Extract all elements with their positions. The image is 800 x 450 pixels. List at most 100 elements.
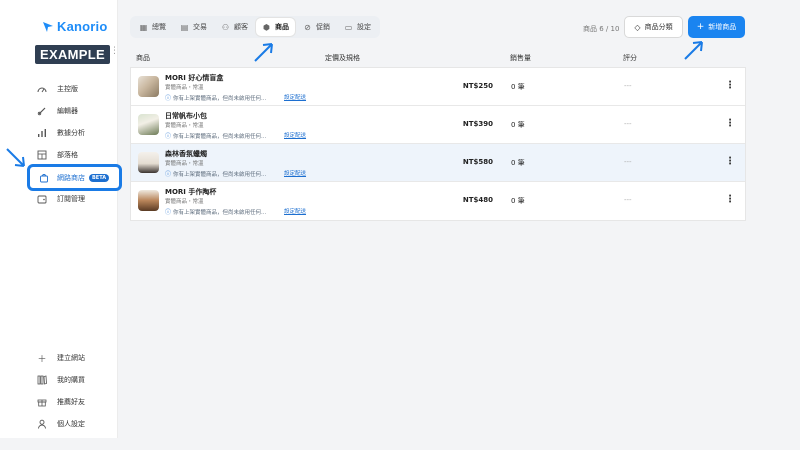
product-count: 商品 6 / 10 bbox=[583, 25, 620, 33]
product-price: NT$480 bbox=[462, 196, 493, 204]
tab-overview[interactable]: ▦ 總覽 bbox=[133, 18, 172, 36]
more-options-icon[interactable]: ⋮ bbox=[725, 194, 735, 205]
promo-icon: ⊘ bbox=[304, 22, 311, 32]
product-sales: 0 筆 bbox=[511, 83, 525, 91]
sidebar-item-label: 數據分析 bbox=[57, 129, 85, 137]
sidebar-item-create-site[interactable]: ＋ 建立網站 bbox=[36, 348, 116, 368]
product-name: 森林香氛蠟燭 bbox=[165, 150, 207, 158]
tag-icon: ◇ bbox=[634, 22, 641, 32]
sidebar-item-label: 主控版 bbox=[57, 85, 78, 93]
setup-shipping-link[interactable]: 設定配送 bbox=[284, 93, 306, 101]
product-category-button[interactable]: ◇ 商品分類 bbox=[624, 16, 683, 38]
product-type: 實體商品・常溫 bbox=[165, 123, 204, 129]
setup-shipping-link[interactable]: 設定配送 bbox=[284, 207, 306, 215]
more-options-icon[interactable]: ⋮ bbox=[725, 80, 735, 91]
sidebar-item-shop[interactable]: 網路商店 BETA bbox=[27, 164, 122, 191]
workspace-switch-icon[interactable]: ⋮ bbox=[110, 47, 119, 56]
product-rating: --- bbox=[624, 82, 632, 90]
setup-shipping-link[interactable]: 設定配送 bbox=[284, 169, 306, 177]
overview-icon: ▦ bbox=[139, 22, 148, 32]
more-options-icon[interactable]: ⋮ bbox=[725, 156, 735, 167]
tab-label: 總覽 bbox=[152, 23, 166, 31]
shipping-warning: ⓘ 你有上架實體商品，但尚未啟用任何... bbox=[165, 93, 266, 102]
product-type: 實體商品・常溫 bbox=[165, 199, 204, 205]
brand-name: Kanorio bbox=[57, 19, 108, 34]
sidebar-item-referral[interactable]: 推薦好友 bbox=[36, 392, 116, 412]
tab-customers[interactable]: ⚇ 顧客 bbox=[215, 18, 254, 36]
table-row[interactable]: 日常帆布小包 實體商品・常溫 ⓘ 你有上架實體商品，但尚未啟用任何... 設定配送… bbox=[131, 106, 745, 144]
sidebar-item-profile[interactable]: 個人設定 bbox=[36, 414, 116, 434]
plus-icon: ＋ bbox=[37, 354, 47, 365]
table-row[interactable]: MORI 好心情盲盒 實體商品・常溫 ⓘ 你有上架實體商品，但尚未啟用任何... … bbox=[131, 68, 745, 106]
tab-label: 交易 bbox=[193, 23, 207, 31]
sidebar-item-dashboard[interactable]: 主控版 bbox=[36, 79, 116, 99]
product-type: 實體商品・常溫 bbox=[165, 161, 204, 167]
annotation-arrow-add bbox=[684, 41, 703, 60]
tab-products[interactable]: ⬢ 商品 bbox=[256, 18, 295, 36]
product-name: 日常帆布小包 bbox=[165, 112, 207, 120]
button-label: 商品分類 bbox=[644, 23, 673, 31]
brand-logo[interactable]: Kanorio bbox=[42, 19, 108, 34]
gift-icon bbox=[36, 396, 48, 408]
info-icon: ⓘ bbox=[165, 133, 172, 140]
receipt-icon: ▤ bbox=[180, 22, 189, 32]
blog-icon bbox=[36, 149, 48, 161]
warning-text: 你有上架實體商品，但尚未啟用任何... bbox=[173, 95, 267, 102]
tab-settings[interactable]: ▭ 設定 bbox=[338, 18, 377, 36]
beta-badge: BETA bbox=[89, 173, 110, 182]
product-thumbnail bbox=[138, 152, 159, 173]
plus-icon: + bbox=[696, 22, 705, 32]
dashboard-icon bbox=[36, 83, 48, 95]
button-label: 新增商品 bbox=[708, 23, 737, 31]
product-rating: --- bbox=[624, 120, 632, 128]
product-sales: 0 筆 bbox=[511, 197, 525, 205]
product-price: NT$390 bbox=[462, 120, 493, 128]
add-product-button[interactable]: + 新增商品 bbox=[688, 16, 745, 38]
sidebar-item-label: 我的購買 bbox=[57, 376, 85, 384]
product-thumbnail bbox=[138, 190, 159, 211]
product-type: 實體商品・常溫 bbox=[165, 85, 204, 91]
sidebar-item-label: 網路商店 bbox=[57, 173, 85, 182]
table-row[interactable]: MORI 手作陶杯 實體商品・常溫 ⓘ 你有上架實體商品，但尚未啟用任何... 設… bbox=[131, 182, 745, 220]
sidebar-item-label: 訂閱管理 bbox=[57, 195, 85, 203]
sidebar-item-blog[interactable]: 部落格 bbox=[36, 145, 116, 165]
col-sales: 銷售量 bbox=[510, 54, 531, 62]
product-price: NT$250 bbox=[462, 82, 493, 90]
sidebar-item-analytics[interactable]: 數據分析 bbox=[36, 123, 116, 143]
customers-icon: ⚇ bbox=[221, 22, 230, 32]
sidebar-item-label: 推薦好友 bbox=[57, 398, 85, 406]
workspace-badge[interactable]: EXAMPLE bbox=[35, 45, 110, 64]
sidebar-item-purchases[interactable]: 我的購買 bbox=[36, 370, 116, 390]
table-row[interactable]: 森林香氛蠟燭 實體商品・常溫 ⓘ 你有上架實體商品，但尚未啟用任何... 設定配送… bbox=[131, 144, 745, 182]
sidebar-item-label: 編輯器 bbox=[57, 107, 78, 115]
tab-label: 促銷 bbox=[316, 23, 330, 31]
annotation-arrow-tab bbox=[254, 43, 273, 62]
wallet-icon bbox=[36, 193, 48, 205]
product-thumbnail bbox=[138, 76, 159, 97]
tab-label: 設定 bbox=[357, 23, 371, 31]
shipping-warning: ⓘ 你有上架實體商品，但尚未啟用任何... bbox=[165, 169, 266, 178]
sidebar-item-editor[interactable]: 編輯器 bbox=[36, 101, 116, 121]
tab-transactions[interactable]: ▤ 交易 bbox=[174, 18, 213, 36]
section-tabs: ▦ 總覽 ▤ 交易 ⚇ 顧客 ⬢ 商品 ⊘ 促銷 ▭ 設定 bbox=[130, 16, 380, 38]
product-rating: --- bbox=[624, 196, 632, 204]
user-icon bbox=[36, 418, 48, 430]
brush-icon bbox=[36, 105, 48, 117]
tab-label: 商品 bbox=[275, 23, 289, 31]
shop-bag-icon bbox=[38, 172, 50, 184]
setup-shipping-link[interactable]: 設定配送 bbox=[284, 131, 306, 139]
sidebar-item-label: 建立網站 bbox=[57, 354, 85, 362]
logo-arrow-icon bbox=[43, 21, 53, 32]
info-icon: ⓘ bbox=[165, 95, 172, 102]
tab-promotions[interactable]: ⊘ 促銷 bbox=[297, 18, 336, 36]
col-price: 定價及規格 bbox=[325, 54, 360, 62]
product-table: MORI 好心情盲盒 實體商品・常溫 ⓘ 你有上架實體商品，但尚未啟用任何... … bbox=[130, 67, 746, 221]
sidebar-item-subscriptions[interactable]: 訂閱管理 bbox=[36, 189, 116, 209]
info-icon: ⓘ bbox=[165, 209, 172, 216]
tab-label: 顧客 bbox=[234, 23, 248, 31]
settings-icon: ▭ bbox=[344, 22, 353, 32]
more-options-icon[interactable]: ⋮ bbox=[725, 118, 735, 129]
warning-text: 你有上架實體商品，但尚未啟用任何... bbox=[173, 209, 267, 216]
sidebar-item-label: 部落格 bbox=[57, 151, 78, 159]
library-icon bbox=[36, 374, 48, 386]
